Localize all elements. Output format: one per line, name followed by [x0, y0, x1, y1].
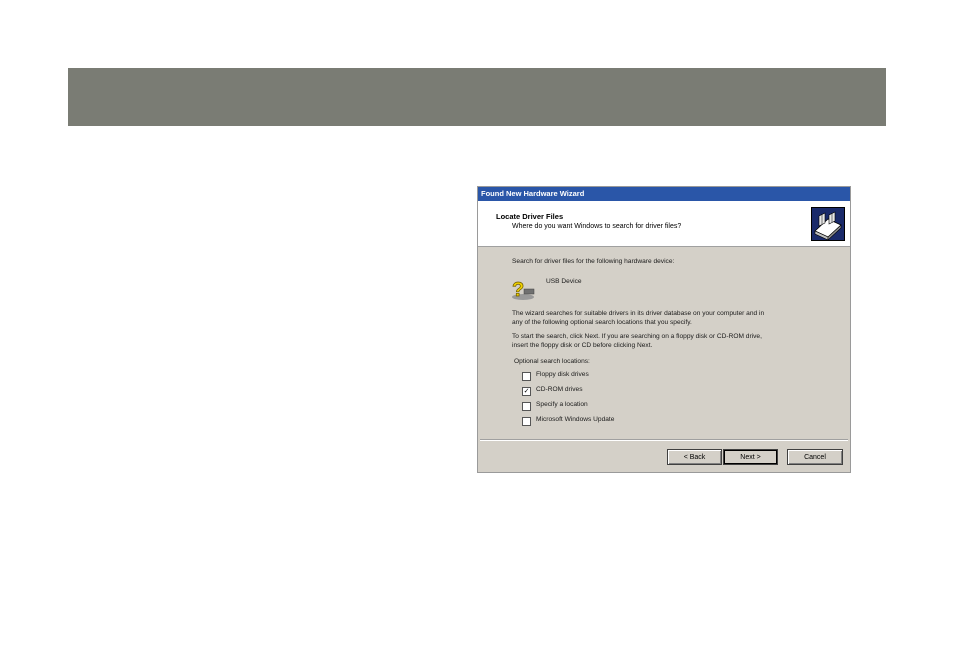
floppy-checkbox[interactable]: [522, 372, 531, 381]
description-line-2: any of the following optional search loc…: [512, 319, 692, 326]
specify-location-checkbox[interactable]: [522, 402, 531, 411]
cancel-button[interactable]: Cancel: [787, 449, 843, 465]
top-banner: [68, 68, 886, 126]
back-button[interactable]: < Back: [667, 449, 722, 465]
windows-update-checkbox[interactable]: [522, 417, 531, 426]
description-line-1: The wizard searches for suitable drivers…: [512, 310, 765, 317]
option-label: CD-ROM drives: [536, 386, 583, 393]
header-subtitle: Where do you want Windows to search for …: [512, 223, 682, 230]
option-label: Floppy disk drives: [536, 371, 589, 378]
instruction-line-1: To start the search, click Next. If you …: [512, 333, 762, 340]
next-button[interactable]: Next >: [723, 449, 778, 465]
header-title: Locate Driver Files: [496, 212, 564, 221]
hardware-wizard-icon: [811, 207, 845, 241]
device-name: USB Device: [546, 278, 582, 285]
cd-rom-checkbox[interactable]: ✓: [522, 387, 531, 396]
wizard-header: Locate Driver Files Where do you want Wi…: [478, 201, 850, 247]
option-label: Specify a location: [536, 401, 588, 408]
options-heading: Optional search locations:: [514, 358, 590, 365]
unknown-device-icon: ?: [512, 279, 535, 301]
option-label: Microsoft Windows Update: [536, 416, 615, 423]
instruction-line-2: insert the floppy disk or CD before clic…: [512, 342, 653, 349]
button-separator: [480, 439, 848, 441]
intro-text: Search for driver files for the followin…: [512, 258, 675, 265]
svg-text:?: ?: [512, 279, 524, 301]
found-new-hardware-wizard-dialog: Found New Hardware Wizard Locate Driver …: [477, 186, 851, 473]
title-bar[interactable]: Found New Hardware Wizard: [478, 187, 850, 201]
